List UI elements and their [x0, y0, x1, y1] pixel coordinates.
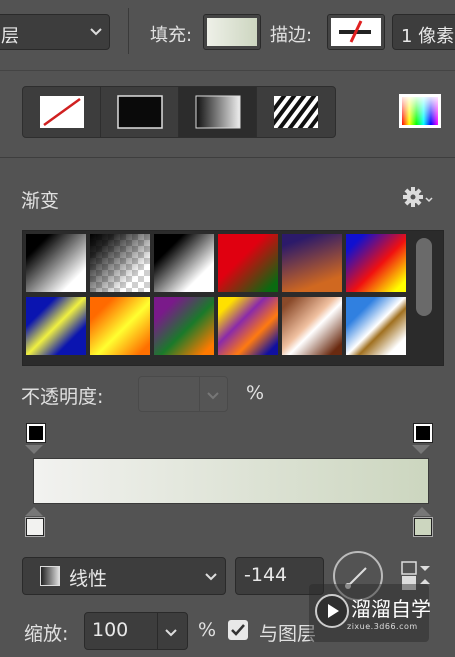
opacity-stop-left[interactable]	[27, 424, 45, 442]
watermark-text: 溜溜自学	[351, 597, 431, 621]
color-stop-left[interactable]	[25, 517, 45, 537]
color-stop-right-pointer	[413, 507, 431, 516]
linear-gradient-icon	[40, 566, 60, 586]
layer-select[interactable]: 层	[0, 14, 110, 50]
gradient-preview-bar[interactable]	[33, 458, 429, 504]
angle-value: -144	[244, 564, 288, 586]
gradient-type-value: 线性	[69, 568, 108, 590]
gradient-preset-violet-orange[interactable]	[282, 234, 342, 292]
chevron-down-icon	[205, 573, 217, 581]
gradient-section-title: 渐变	[21, 190, 60, 212]
toolbar-divider	[128, 8, 129, 54]
opacity-unit: %	[246, 382, 265, 404]
gradient-preset-black-white-2[interactable]	[154, 234, 214, 292]
gradient-button[interactable]	[179, 87, 257, 137]
checkmark-icon	[231, 624, 245, 636]
watermark-logo-icon	[315, 594, 349, 628]
fill-type-group	[22, 86, 336, 138]
presets-scrollbar-thumb[interactable]	[416, 238, 432, 316]
gradient-type-select[interactable]: 线性	[22, 557, 226, 595]
gradient-icon	[195, 95, 241, 129]
color-stop-left-pointer	[25, 507, 43, 516]
solid-color-icon	[117, 95, 163, 129]
fill-label: 填充:	[150, 25, 193, 46]
stroke-label: 描边:	[270, 25, 313, 46]
color-stop-right[interactable]	[413, 517, 433, 537]
gear-icon	[403, 187, 433, 207]
align-with-layer-checkbox[interactable]	[228, 620, 248, 640]
layer-select-value: 层	[1, 26, 19, 47]
gradient-preset-violet-green-orange[interactable]	[154, 297, 214, 355]
gradient-settings-button[interactable]	[402, 184, 436, 214]
gradient-preset-yellow-violet-orange-blue[interactable]	[218, 297, 278, 355]
opacity-stop-right-pointer	[412, 445, 430, 454]
color-picker-button[interactable]	[398, 93, 442, 129]
gradient-preset-black-white[interactable]	[26, 234, 86, 292]
gradient-preset-blue-red-yellow[interactable]	[346, 234, 406, 292]
gradient-preset-chrome[interactable]	[346, 297, 406, 355]
gradient-preset-black-transparent[interactable]	[90, 234, 150, 292]
scale-label: 缩放:	[24, 623, 69, 645]
opacity-stop-left-pointer	[25, 445, 43, 454]
stroke-width-input[interactable]: 1 像素	[392, 14, 455, 50]
align-with-layer-label: 与图层	[259, 623, 317, 645]
pattern-icon	[274, 96, 318, 128]
chevron-down-icon	[207, 392, 219, 400]
opacity-stop-right[interactable]	[414, 424, 432, 442]
no-fill-button[interactable]	[23, 87, 101, 137]
scale-unit: %	[198, 619, 217, 641]
opacity-input[interactable]	[138, 376, 228, 412]
chevron-down-icon	[90, 28, 102, 36]
gradient-preset-orange-yellow-orange[interactable]	[90, 297, 150, 355]
pattern-button[interactable]	[257, 87, 335, 137]
chevron-down-icon	[165, 629, 177, 637]
watermark: 溜溜自学 zixue.3d66.com	[309, 584, 431, 642]
color-spectrum-icon	[399, 94, 441, 128]
solid-color-button[interactable]	[101, 87, 179, 137]
no-stroke-icon	[339, 20, 371, 43]
section-divider	[0, 157, 455, 158]
scale-input[interactable]: 100	[84, 612, 188, 650]
no-color-icon	[40, 96, 84, 128]
watermark-url: zixue.3d66.com	[347, 622, 418, 631]
gradient-preset-copper[interactable]	[282, 297, 342, 355]
fill-swatch[interactable]	[203, 14, 261, 50]
stroke-swatch[interactable]	[327, 14, 385, 50]
gradient-preset-red-green[interactable]	[218, 234, 278, 292]
opacity-label: 不透明度:	[21, 386, 104, 408]
gradient-preset-blue-yellow-blue[interactable]	[26, 297, 86, 355]
gradient-presets-grid	[22, 230, 444, 366]
stroke-width-value: 1 像素	[401, 26, 455, 47]
scale-value: 100	[92, 619, 129, 641]
